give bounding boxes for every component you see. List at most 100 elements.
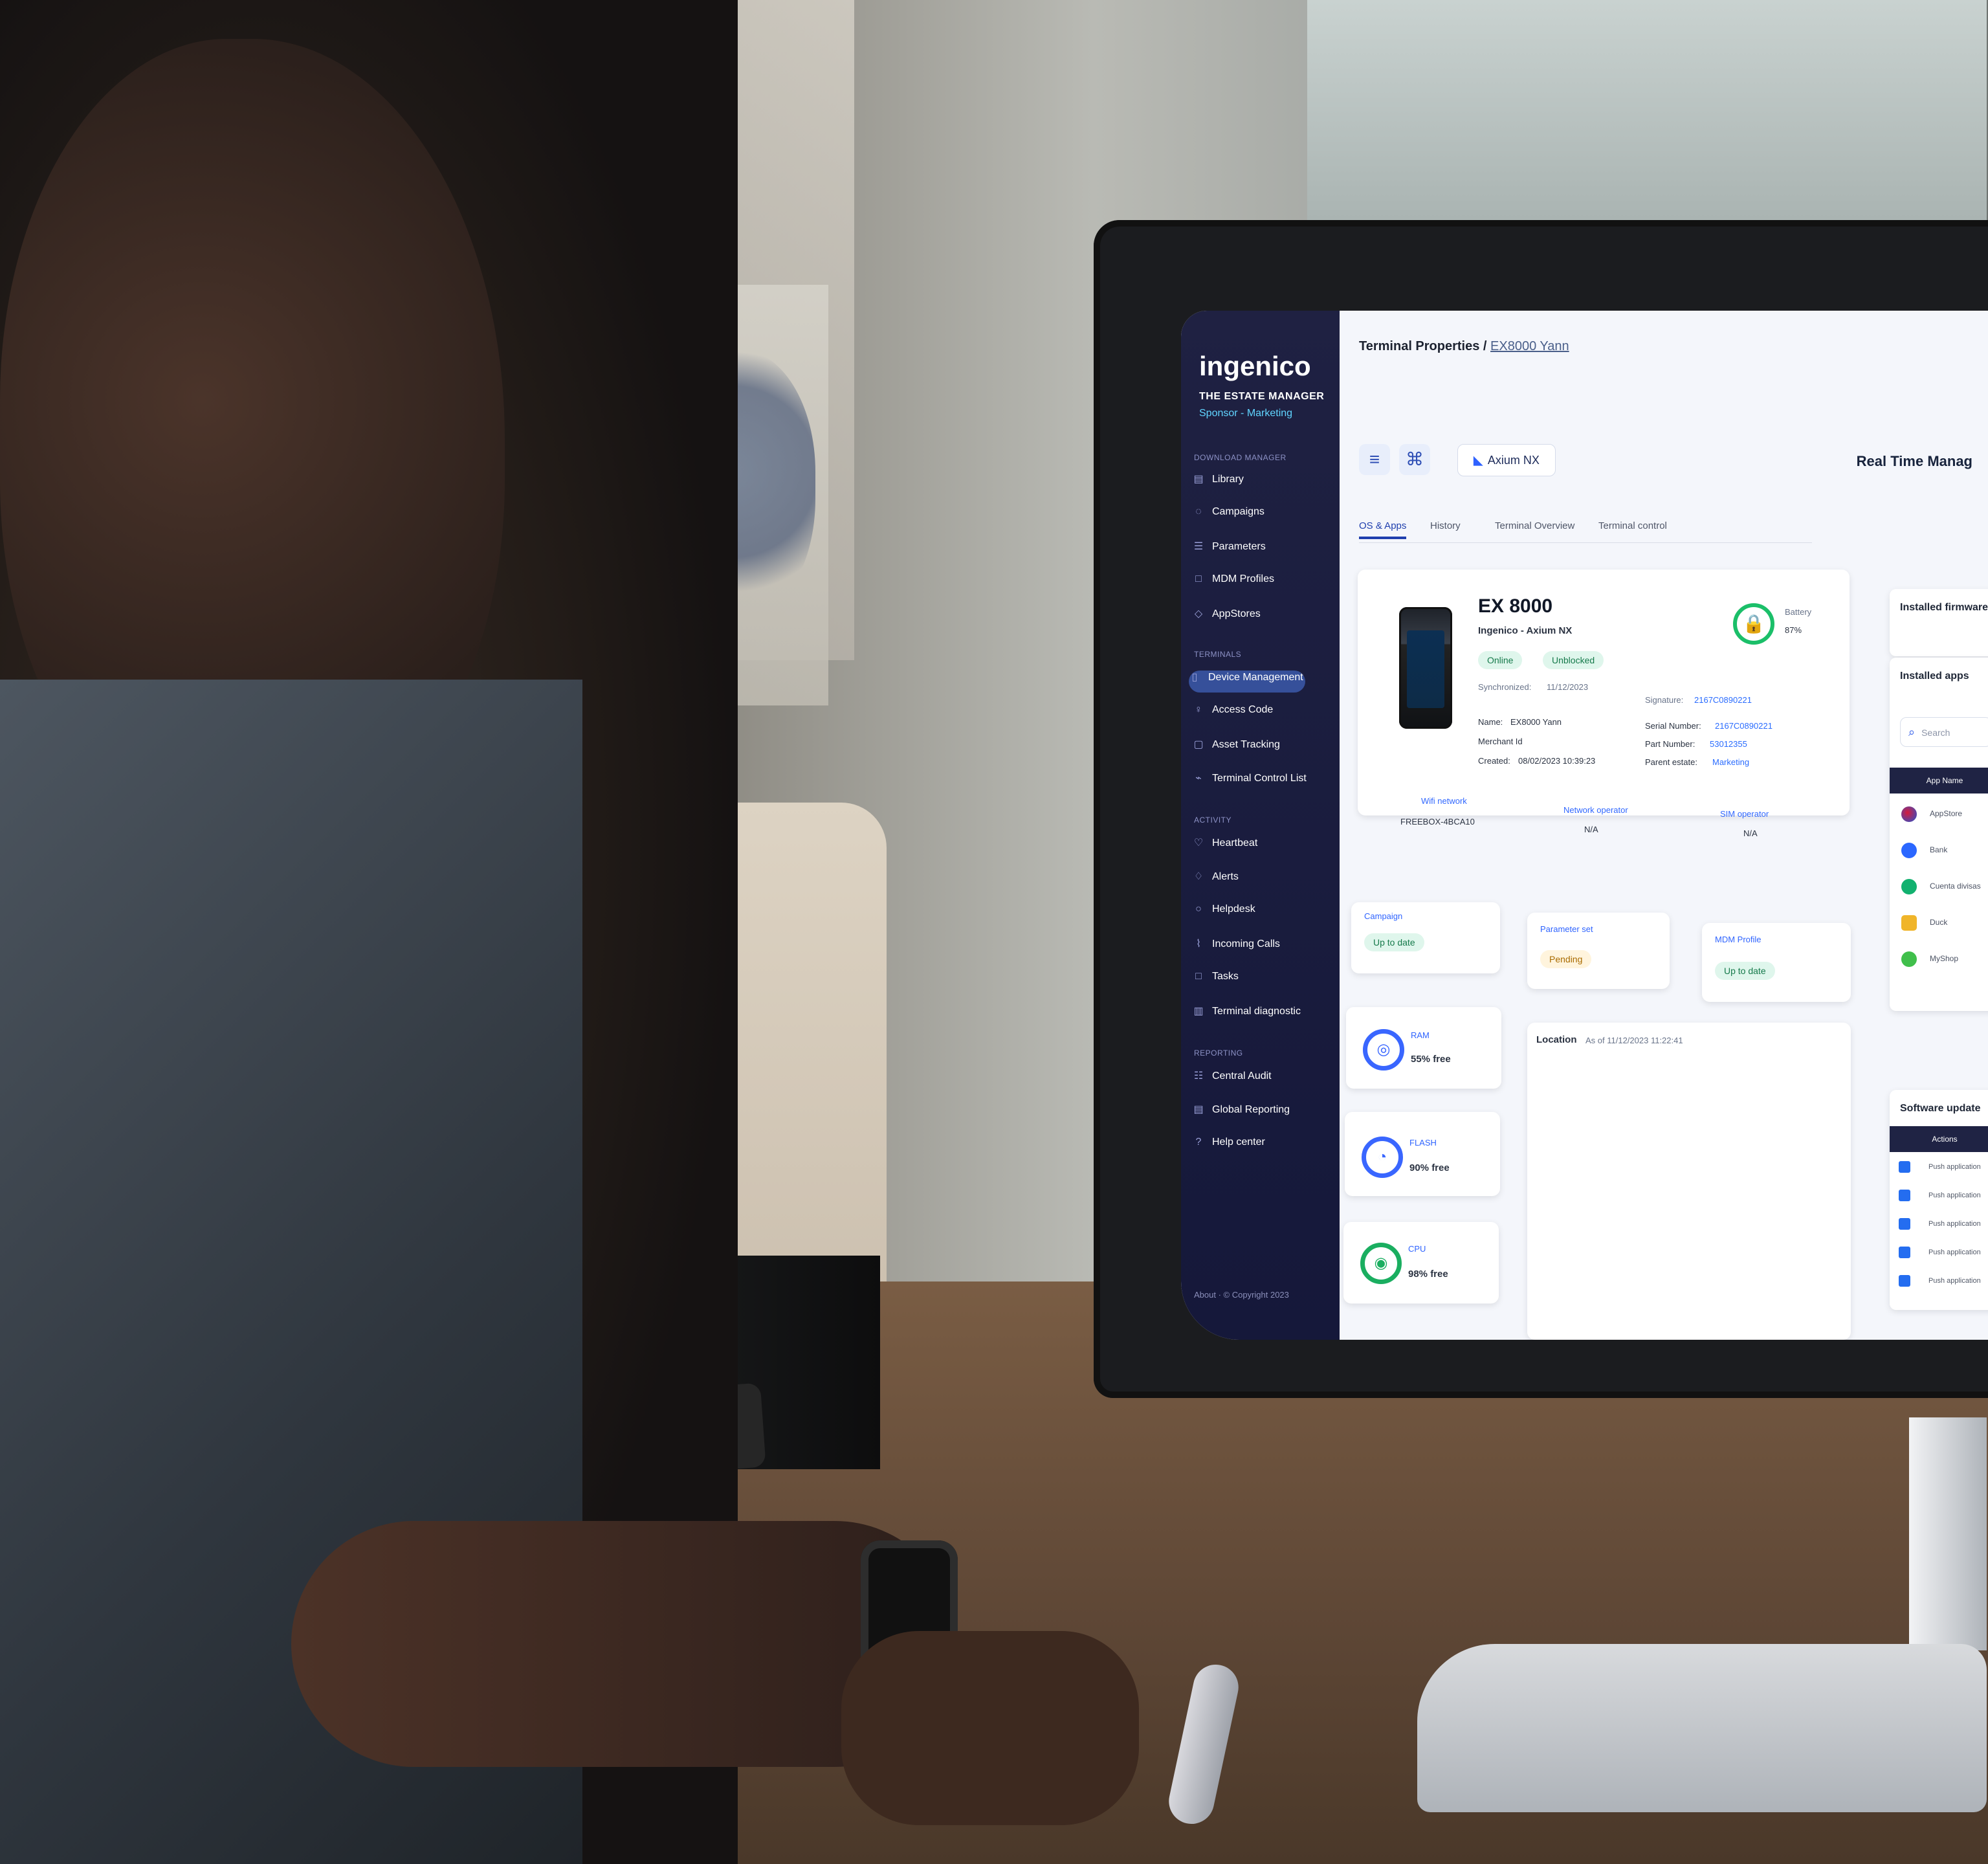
ram-value: 55% free (1411, 1054, 1451, 1065)
tab-os-apps[interactable]: OS & Apps (1359, 520, 1407, 539)
campaign-label: Campaign (1364, 911, 1403, 921)
library-icon: ▤ (1193, 474, 1204, 485)
serial-label: Serial Number: (1645, 721, 1701, 731)
app-row[interactable]: Bank (1901, 843, 1947, 858)
sidebar-item-helpdesk[interactable]: ○ Helpdesk (1193, 904, 1322, 926)
device-group-button[interactable]: ⌘ (1399, 444, 1430, 475)
terminal-image (1399, 607, 1452, 729)
parameter-label: Parameter set (1540, 924, 1593, 934)
battery-value: 87% (1785, 625, 1802, 635)
part-value[interactable]: 53012355 (1710, 739, 1747, 749)
report-icon: ▤ (1193, 1104, 1204, 1115)
app-name: Duck (1930, 918, 1948, 927)
update-row[interactable]: Push application (1899, 1275, 1981, 1287)
sidebar-item-mdm-profiles[interactable]: □ MDM Profiles (1193, 573, 1322, 595)
sidebar-item-help-center[interactable]: ? Help center (1193, 1137, 1322, 1159)
app-row[interactable]: Duck (1901, 915, 1947, 931)
cpu-icon: ◉ (1360, 1243, 1402, 1284)
monitor-stand (1909, 1417, 1987, 1650)
helpdesk-icon: ○ (1195, 904, 1202, 915)
appstore-icon (1901, 806, 1917, 822)
update-action: Push application (1928, 1191, 1981, 1199)
writing-hand (841, 1631, 1139, 1825)
sidebar-item-label: Heartbeat (1212, 838, 1258, 849)
sidebar-item-library[interactable]: ▤ Library (1193, 472, 1322, 494)
sidebar-item-tasks[interactable]: □ Tasks (1193, 971, 1322, 993)
parent-label: Parent estate: (1645, 757, 1697, 767)
app-name: AppStore (1930, 809, 1963, 819)
software-update-header: Actions (1890, 1126, 1988, 1152)
sidebar-item-campaigns[interactable]: ◌ Campaigns (1193, 506, 1322, 528)
breadcrumb: Terminal Properties / EX8000 Yann (1359, 339, 1569, 354)
app-name: MyShop (1930, 954, 1959, 964)
search-placeholder: Search (1921, 727, 1950, 738)
apps-search-input[interactable]: ⌕ Search (1900, 717, 1988, 747)
sidebar-item-heartbeat[interactable]: ♡ Heartbeat (1193, 836, 1322, 858)
sidebar-item-label: Global Reporting (1212, 1104, 1290, 1115)
real-time-management-title: Real Time Manag (1856, 453, 1972, 469)
sidebar-item-asset-tracking[interactable]: ▢ Asset Tracking (1193, 738, 1322, 760)
sidebar-item-alerts[interactable]: ♢ Alerts (1193, 870, 1322, 892)
sidebar-item-central-audit[interactable]: ☷ Central Audit (1193, 1069, 1322, 1091)
device-toolbar: ≡ ⌘ ◣ Axium NX Real Time Manag (1359, 440, 1972, 485)
sidebar-item-device-management[interactable]: ▯ Device Management (1189, 671, 1305, 693)
sidebar: ingenico THE ESTATE MANAGER Sponsor - Ma… (1181, 311, 1340, 1340)
download-manager-section: DOWNLOAD MANAGER (1194, 453, 1287, 462)
store-icon: ◇ (1194, 608, 1203, 619)
terminals-section: TERMINALS (1194, 650, 1242, 659)
update-row[interactable]: Push application (1899, 1190, 1981, 1201)
sidebar-item-label: Terminal Control List (1212, 773, 1307, 784)
photo-scene: ingenico THE ESTATE MANAGER Sponsor - Ma… (0, 0, 1988, 1864)
flash-value: 90% free (1409, 1162, 1450, 1173)
sidebar-item-global-reporting[interactable]: ▤ Global Reporting (1193, 1103, 1322, 1125)
application-icon (1899, 1247, 1910, 1258)
update-row[interactable]: Push application (1899, 1247, 1981, 1258)
monitor-base (1417, 1644, 1987, 1812)
sidebar-item-terminal-diagnostic[interactable]: ▥ Terminal diagnostic (1193, 1004, 1322, 1026)
list-view-button[interactable]: ≡ (1359, 444, 1390, 475)
signature-value[interactable]: 2167C0890221 (1694, 695, 1752, 705)
part-label: Part Number: (1645, 739, 1695, 749)
application-icon (1899, 1190, 1910, 1201)
sidebar-item-label: Tasks (1212, 971, 1239, 982)
sidebar-item-incoming-calls[interactable]: ⌇ Incoming Calls (1193, 937, 1322, 959)
breadcrumb-root[interactable]: Terminal Properties (1359, 339, 1479, 353)
cpu-value: 98% free (1408, 1269, 1448, 1280)
campaign-status-badge: Up to date (1364, 933, 1424, 951)
update-action: Push application (1928, 1248, 1981, 1256)
tab-terminal-control[interactable]: Terminal control (1598, 520, 1667, 531)
installed-firmware-card: Installed firmware (1890, 589, 1988, 656)
update-row[interactable]: Push application (1899, 1218, 1981, 1230)
unblocked-status-badge: Unblocked (1543, 651, 1604, 669)
update-row[interactable]: Push application (1899, 1161, 1981, 1173)
battery-icon: 🔒 (1733, 603, 1774, 645)
flash-card: ◔ FLASH 90% free (1345, 1112, 1500, 1196)
cpu-label: CPU (1408, 1244, 1426, 1254)
app-row[interactable]: Cuenta divisas (1901, 879, 1981, 894)
terminal-name-value: EX8000 Yann (1510, 717, 1562, 727)
breadcrumb-terminal[interactable]: EX8000 Yann (1490, 339, 1569, 353)
duck-icon (1901, 915, 1917, 931)
app-row[interactable]: AppStore (1901, 806, 1962, 822)
estate-name: Sponsor - Marketing (1199, 408, 1293, 419)
wifi-label: Wifi network (1421, 796, 1467, 806)
installed-apps-card: Installed apps ⌕ Search App Name AppStore… (1890, 658, 1988, 1011)
tab-terminal-overview[interactable]: Terminal Overview (1495, 520, 1574, 531)
device-model-chip[interactable]: ◣ Axium NX (1457, 444, 1556, 476)
sidebar-item-appstores[interactable]: ◇ AppStores (1193, 607, 1322, 629)
sidebar-item-access-code[interactable]: ♀ Access Code (1193, 704, 1322, 726)
sidebar-item-parameters[interactable]: ☰ Parameters (1193, 540, 1322, 562)
parent-value[interactable]: Marketing (1712, 757, 1749, 767)
currency-icon (1901, 879, 1917, 894)
ram-icon: ◎ (1363, 1029, 1404, 1071)
estate-manager-screen: ingenico THE ESTATE MANAGER Sponsor - Ma… (1181, 311, 1988, 1340)
device-manufacturer: Ingenico - Axium NX (1478, 625, 1573, 636)
app-row[interactable]: MyShop (1901, 951, 1958, 967)
name-label: Name: (1478, 717, 1503, 727)
tab-history[interactable]: History (1430, 520, 1461, 531)
serial-value[interactable]: 2167C0890221 (1715, 721, 1773, 731)
installed-apps-title: Installed apps (1900, 671, 1969, 682)
sidebar-item-terminal-control-list[interactable]: ⌁ Terminal Control List (1193, 771, 1322, 793)
diagnostic-icon: ▥ (1193, 1006, 1204, 1017)
parameters-icon: ☰ (1193, 541, 1204, 552)
